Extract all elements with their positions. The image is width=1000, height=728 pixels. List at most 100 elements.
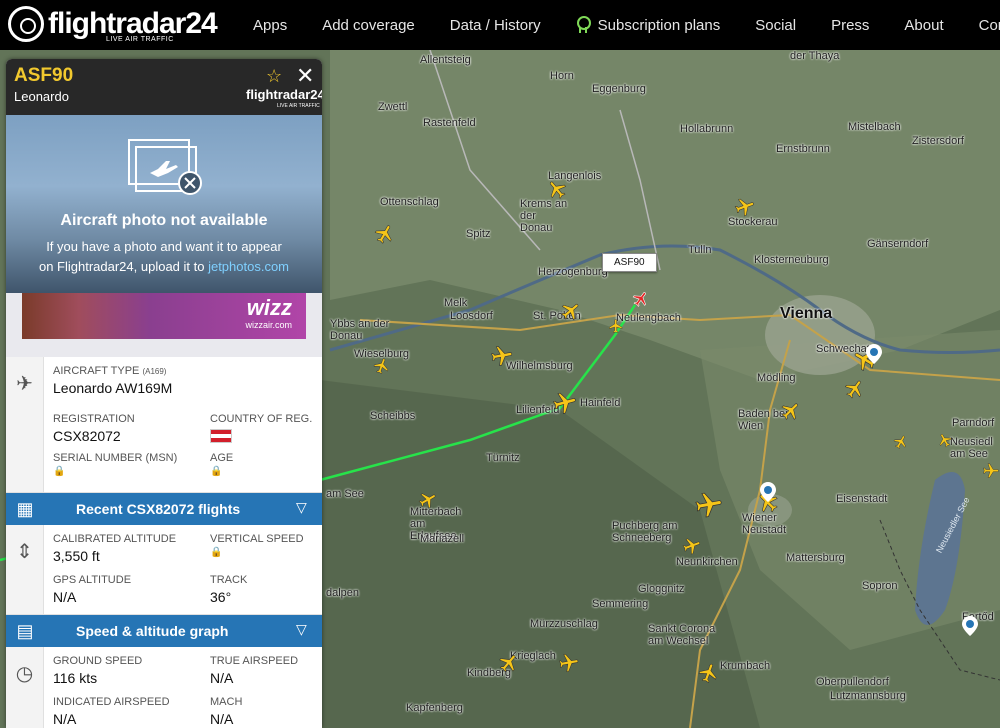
city-label: Mariazell: [420, 533, 465, 545]
city-label: Ernstbrunn: [776, 143, 830, 155]
logo-text: flightradar24: [48, 7, 218, 40]
indicated-airspeed-value: N/A: [53, 711, 77, 727]
city-label: der Thaya: [790, 50, 840, 62]
altitude-section-icon: ⇕: [6, 525, 44, 614]
city-label: Kapfenberg: [406, 702, 463, 714]
registration-field: REGISTRATION CSX82072: [53, 413, 135, 444]
mach-value: N/A: [210, 711, 234, 727]
country-field: COUNTRY OF REG.: [210, 413, 312, 443]
airport-pin-icon[interactable]: [866, 344, 882, 364]
vertical-speed-label: VERTICAL SPEED: [210, 533, 304, 545]
aircraft-callout-label[interactable]: ASF90: [602, 253, 657, 272]
aircraft-marker-icon[interactable]: [546, 178, 568, 200]
airport-pin-icon[interactable]: [760, 482, 776, 502]
gps-altitude-value: N/A: [53, 589, 77, 605]
aircraft-marker-icon[interactable]: [418, 490, 440, 512]
true-airspeed-label: TRUE AIRSPEED: [210, 655, 299, 667]
austria-flag-icon: [210, 429, 232, 443]
calibrated-altitude-label: CALIBRATED ALTITUDE: [53, 533, 177, 545]
city-label: Hollabrunn: [680, 123, 734, 135]
operator-name: Leonardo: [14, 89, 69, 104]
lock-icon[interactable]: 🔒: [210, 466, 233, 477]
nav-subscription-plans[interactable]: Subscription plans: [576, 16, 720, 34]
chevron-down-icon: ▽: [296, 621, 307, 637]
city-label: Türnitz: [486, 452, 520, 464]
city-label: Klosterneuburg: [754, 254, 829, 266]
aircraft-marker-icon[interactable]: [844, 378, 866, 400]
city-label: Sopron: [862, 580, 898, 592]
lock-icon[interactable]: 🔒: [210, 547, 304, 558]
calibrated-altitude-field: CALIBRATED ALTITUDE 3,550 ft: [53, 533, 176, 564]
radar-logo-icon: [8, 6, 44, 42]
nav-add-coverage[interactable]: Add coverage: [322, 17, 415, 34]
speed-section-icon: ◷: [6, 647, 44, 728]
aircraft-marker-icon[interactable]: [558, 652, 580, 674]
age-label: AGE: [210, 452, 234, 464]
aircraft-marker-icon[interactable]: [780, 400, 802, 422]
nav-community[interactable]: Com: [979, 17, 1000, 34]
speed-altitude-graph-toggle[interactable]: ▤ Speed & altitude graph ▽: [6, 615, 322, 647]
aircraft-marker-icon[interactable]: [937, 432, 959, 454]
calibrated-altitude-value: 3,550 ft: [53, 548, 100, 564]
city-label: Semmering: [592, 598, 649, 610]
altitude-icon: ⇕: [16, 541, 33, 563]
aircraft-photo-placeholder: Aircraft photo not available If you have…: [6, 115, 322, 293]
track-label: TRACK: [210, 574, 248, 586]
city-label: Oberpullendorf: [816, 676, 889, 688]
aircraft-marker-icon[interactable]: [698, 662, 720, 684]
close-icon[interactable]: ✕: [296, 63, 314, 89]
city-label: Herzogenburg: [538, 266, 608, 278]
true-airspeed-value: N/A: [210, 670, 234, 686]
aircraft-marker-icon[interactable]: [552, 390, 576, 414]
aircraft-marker-icon[interactable]: [374, 223, 396, 245]
gps-altitude-field: GPS ALTITUDE N/A: [53, 574, 131, 605]
city-label: Melk: [444, 297, 468, 309]
city-label: dalpen: [326, 587, 360, 599]
airplane-icon: ✈: [16, 373, 33, 395]
photo-text-prefix: on Flightradar24, upload it to: [38, 259, 209, 274]
main-nav: Apps Add coverage Data / History Subscri…: [253, 0, 1000, 50]
nav-about[interactable]: About: [904, 17, 943, 34]
star-icon[interactable]: ☆: [266, 66, 282, 87]
true-airspeed-field: TRUE AIRSPEED N/A: [210, 655, 298, 686]
photo-text-line2: on Flightradar24, upload it to jetphotos…: [6, 257, 322, 277]
aircraft-marker-icon[interactable]: [490, 344, 513, 366]
aircraft-marker-icon[interactable]: [893, 434, 915, 456]
chevron-down-icon: ▽: [296, 499, 307, 515]
aircraft-marker-icon[interactable]: [682, 536, 704, 558]
aircraft-marker-icon[interactable]: [608, 318, 630, 340]
indicated-airspeed-field: INDICATED AIRSPEED N/A: [53, 696, 170, 727]
nav-apps[interactable]: Apps: [253, 17, 287, 34]
advertisement[interactable]: wizz wizzair.com: [6, 293, 322, 357]
serial-label: SERIAL NUMBER (MSN): [53, 452, 178, 464]
aircraft-marker-icon[interactable]: [560, 300, 582, 322]
ad-url: wizzair.com: [245, 320, 292, 330]
aircraft-marker-icon[interactable]: [982, 462, 1000, 484]
aircraft-marker-icon[interactable]: [694, 490, 722, 518]
recent-flights-toggle[interactable]: ▦ Recent CSX82072 flights ▽: [6, 493, 322, 525]
lock-icon[interactable]: 🔒: [53, 466, 177, 477]
ad-brand: wizz: [246, 295, 292, 320]
track-value: 36°: [210, 589, 232, 605]
photo-text-line: If you have a photo and want it to appea…: [46, 239, 282, 254]
panel-brand-subtitle: LIVE AIR TRAFFIC: [277, 103, 320, 109]
city-label: Mattersburg: [786, 552, 845, 564]
city-label: Gloggnitz: [638, 583, 685, 595]
city-label: Lutzmannsburg: [830, 690, 906, 702]
jetphotos-link[interactable]: jetphotos.com: [208, 259, 289, 274]
wizz-ad-banner[interactable]: wizz wizzair.com: [22, 293, 306, 339]
city-label: Eggenburg: [592, 83, 646, 95]
nav-press[interactable]: Press: [831, 17, 869, 34]
aircraft-marker-icon[interactable]: [498, 652, 520, 674]
aircraft-marker-icon[interactable]: [734, 196, 756, 218]
nav-data-history[interactable]: Data / History: [450, 17, 541, 34]
aircraft-info-panel: ASF90 Leonardo ☆ ✕ flightradar24 LIVE AI…: [6, 59, 322, 728]
aircraft-marker-icon[interactable]: [373, 357, 395, 379]
logo-subtitle: LIVE AIR TRAFFIC: [106, 36, 174, 43]
nav-social[interactable]: Social: [755, 17, 796, 34]
mach-label: MACH: [210, 696, 243, 708]
city-label: Rastenfeld: [423, 117, 476, 129]
registration-value[interactable]: CSX82072: [53, 428, 135, 444]
selected-aircraft-icon[interactable]: [632, 290, 650, 308]
airport-pin-icon[interactable]: [962, 616, 978, 636]
